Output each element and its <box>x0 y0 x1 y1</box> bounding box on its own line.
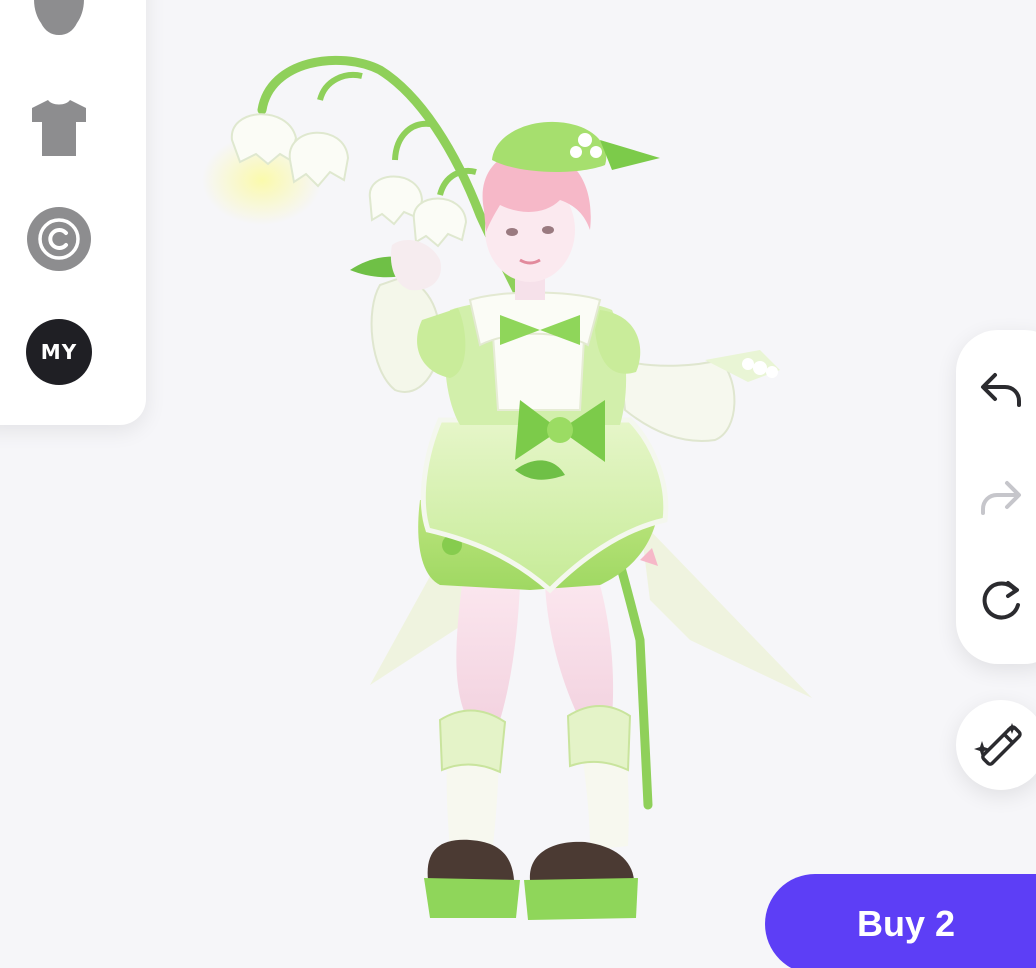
buy-button[interactable]: Buy 2 <box>765 874 1036 968</box>
category-creator-button[interactable] <box>26 206 92 272</box>
redo-button[interactable] <box>970 466 1032 528</box>
magic-wand-button[interactable] <box>956 700 1036 790</box>
avatar-editor-stage: MY Buy 2 <box>0 0 1036 968</box>
category-clothing-button[interactable] <box>26 94 92 160</box>
undo-button[interactable] <box>970 358 1032 420</box>
category-my-button[interactable]: MY <box>26 319 92 385</box>
reset-button[interactable] <box>970 570 1032 632</box>
redo-arrow-icon <box>981 481 1021 515</box>
tshirt-icon <box>32 100 86 156</box>
buy-button-label: Buy 2 <box>857 903 956 944</box>
my-badge: MY <box>26 319 92 385</box>
category-panel: MY <box>0 0 146 425</box>
copyright-icon <box>27 207 91 271</box>
category-body-button[interactable] <box>26 0 92 44</box>
magic-wand-icon <box>974 723 1022 766</box>
undo-arrow-icon <box>981 373 1021 407</box>
reset-rotate-icon <box>982 581 1020 620</box>
body-silhouette-icon <box>34 0 84 35</box>
edit-tools-panel <box>956 330 1036 664</box>
avatar-preview[interactable] <box>200 50 840 930</box>
